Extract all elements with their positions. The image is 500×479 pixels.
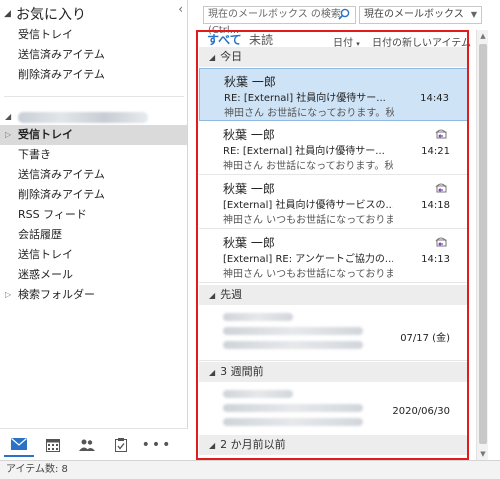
group-header-today[interactable]: ◢ 今日 [199,47,468,67]
collapse-triangle-icon[interactable]: ◢ [5,107,11,127]
message-time: 14:21 [421,146,450,157]
favorites-title: お気に入り [16,7,86,23]
group-label: 今日 [220,50,243,63]
search-scope-dropdown[interactable]: 現在のメールボックス ▼ [359,6,482,24]
group-label: 先週 [220,288,243,301]
group-header-2-months-ago[interactable]: ◢ 2 か月前以前 [199,435,468,455]
favorites-header[interactable]: ◢ お気に入り [4,4,184,24]
tasks-module-button[interactable] [106,433,136,457]
message-preview: 神田さん お世話になっております。秋葉 [223,161,393,172]
replied-icon [435,237,447,247]
folder-junk-email[interactable]: 迷惑メール [0,265,187,285]
favorite-deleted-items[interactable]: 削除済みアイテム [0,65,187,85]
calendar-icon [46,438,60,452]
list-item[interactable]: 秋葉 一郎 [External] RE: アンケートご協力の... 神田さん い… [199,230,468,283]
message-sender: 秋葉 一郎 [223,182,275,196]
message-list: ◢ 今日 秋葉 一郎 RE: [External] 社員向け優待サー... 神田さ… [199,47,468,460]
collapse-triangle-icon[interactable]: ◢ [209,53,215,62]
favorite-inbox[interactable]: 受信トレイ [0,25,187,45]
mail-icon [11,438,27,450]
redacted-preview [223,418,363,426]
group-header-3-weeks-ago[interactable]: ◢ 3 週間前 [199,362,468,382]
folder-outbox[interactable]: 送信トレイ [0,245,187,265]
message-subject: [External] RE: アンケートご協力の... [223,254,393,265]
group-label: 3 週間前 [220,365,264,378]
collapse-triangle-icon[interactable]: ◢ [209,368,215,377]
tab-unread[interactable]: 未読 [249,32,273,48]
message-subject: [External] 社員向け優待サービスの... [223,200,393,211]
scrollbar[interactable]: ▲ ▼ [476,30,488,460]
list-item[interactable]: 秋葉 一郎 RE: [External] 社員向け優待サー... 神田さん お世… [199,122,468,175]
group-label: 2 か月前以前 [220,438,286,451]
message-sender: 秋葉 一郎 [223,236,275,250]
message-time: 14:43 [420,93,449,104]
replied-icon [435,183,447,193]
message-sender: 秋葉 一郎 [224,75,276,89]
folder-sent-items[interactable]: 送信済みアイテム [0,165,187,185]
list-item[interactable]: 秋葉 一郎 RE: [External] 社員向け優待サー... 神田さん お世… [199,68,468,121]
search-icon[interactable] [338,8,350,20]
scroll-up-icon[interactable]: ▲ [477,30,489,42]
people-module-button[interactable] [72,433,102,457]
collapse-triangle-icon[interactable]: ◢ [4,9,16,19]
message-time: 2020/06/30 [392,406,450,417]
collapse-triangle-icon[interactable]: ◢ [209,441,215,450]
folder-inbox[interactable]: ▷ 受信トレイ [0,125,187,145]
favorite-sent-items[interactable]: 送信済みアイテム [0,45,187,65]
list-item[interactable]: 07/17 (金) [199,305,468,361]
message-preview: 神田さん お世話になっております。秋葉 [224,108,394,119]
tab-all[interactable]: すべて [207,32,242,48]
redacted-subject [223,327,363,335]
module-switcher: ••• [0,428,188,460]
folder-pane: ◢ お気に入り ‹ 受信トレイ 送信済みアイテム 削除済みアイテム ◢ ▷ 受信… [0,0,188,460]
calendar-module-button[interactable] [38,433,68,457]
more-modules-button[interactable]: ••• [142,433,172,457]
list-item[interactable]: 秋葉 一郎 [External] 社員向け優待サービスの... 神田さん いつも… [199,176,468,229]
redacted-preview [223,341,363,349]
folder-search-folders[interactable]: ▷ 検索フォルダー [0,285,187,305]
group-header-last-week[interactable]: ◢ 先週 [199,285,468,305]
scroll-down-icon[interactable]: ▼ [477,448,489,460]
message-subject: RE: [External] 社員向け優待サー... [224,93,386,104]
more-icon: ••• [141,437,173,453]
status-bar: アイテム数: 8 [0,460,500,479]
expand-triangle-icon[interactable]: ▷ [5,285,11,305]
search-scope-label: 現在のメールボックス [364,9,464,20]
redacted-subject [223,404,363,412]
redacted-sender [223,390,293,398]
list-item[interactable]: 2020/06/30 [199,382,468,438]
message-subject: RE: [External] 社員向け優待サー... [223,146,385,157]
scroll-thumb[interactable] [479,44,487,444]
message-time: 07/17 (金) [400,333,450,344]
message-preview: 神田さん いつもお世話になっております。 [223,269,393,280]
divider [4,96,184,97]
account-row[interactable]: ◢ [0,107,187,127]
dropdown-arrow-icon: ▼ [470,10,477,19]
mail-module-button[interactable] [4,433,34,457]
message-sender: 秋葉 一郎 [223,128,275,142]
expand-triangle-icon[interactable]: ▷ [5,125,11,145]
search-input[interactable]: 現在のメールボックス の検索 (Ctrl... [203,6,356,36]
collapse-triangle-icon[interactable]: ◢ [209,291,215,300]
people-icon [79,439,95,451]
folder-inbox-label: 受信トレイ [18,128,73,141]
folder-drafts[interactable]: 下書き [0,145,187,165]
redacted-sender [223,313,293,321]
account-name-redacted [18,112,148,123]
folder-search-folders-label: 検索フォルダー [18,288,95,301]
message-preview: 神田さん いつもお世話になっております。 [223,215,393,226]
replied-icon [435,129,447,139]
message-time: 14:13 [421,254,450,265]
message-time: 14:18 [421,200,450,211]
folder-deleted-items[interactable]: 削除済みアイテム [0,185,187,205]
tasks-icon [115,438,127,452]
folder-conversation-history[interactable]: 会話履歴 [0,225,187,245]
minimize-pane-icon[interactable]: ‹ [178,2,183,16]
folder-rss-feeds[interactable]: RSS フィード [0,205,187,225]
item-count: アイテム数: 8 [6,464,68,475]
